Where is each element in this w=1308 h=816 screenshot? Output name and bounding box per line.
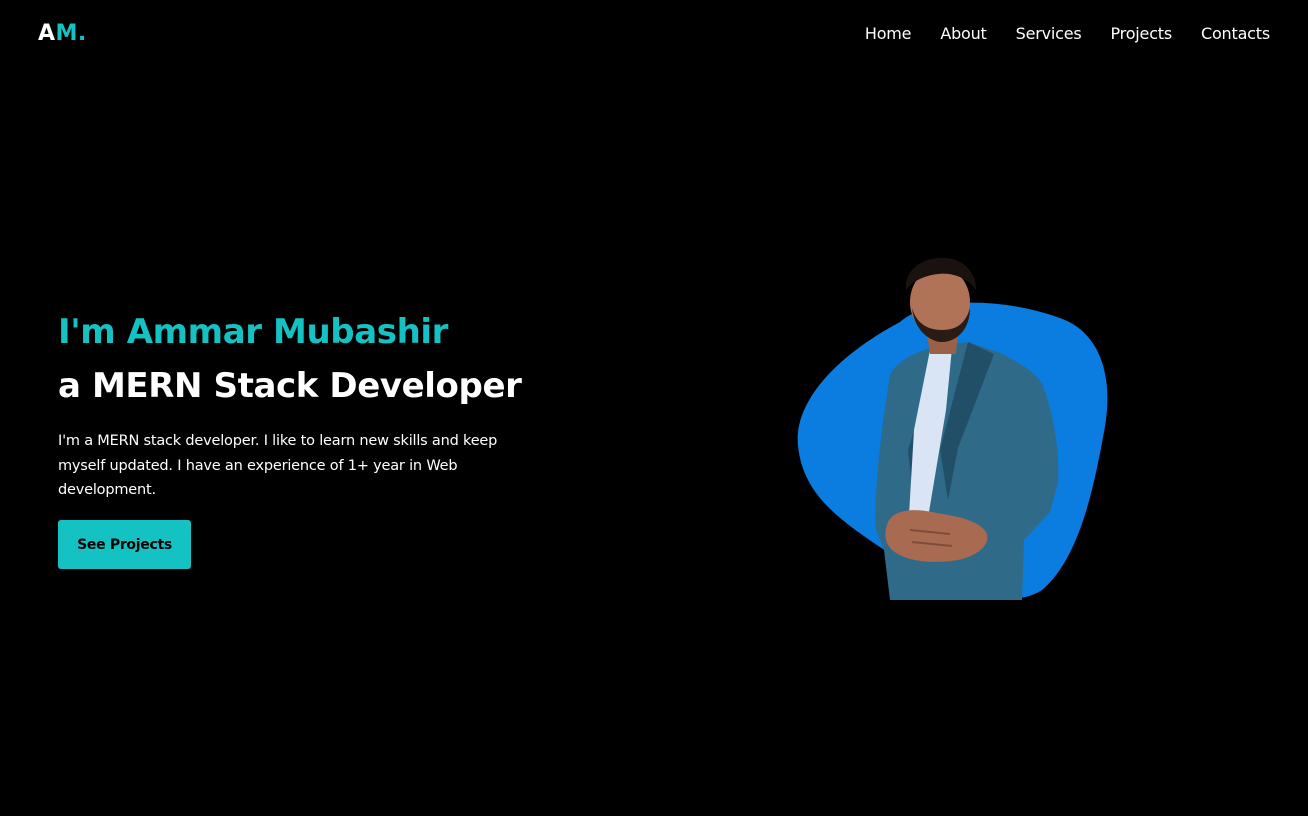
see-projects-button[interactable]: See Projects bbox=[58, 520, 191, 569]
nav-projects[interactable]: Projects bbox=[1111, 24, 1173, 44]
nav-services[interactable]: Services bbox=[1016, 24, 1082, 44]
hero-description: I'm a MERN stack developer. I like to le… bbox=[58, 433, 498, 498]
profile-photo-icon bbox=[797, 257, 1108, 600]
main-nav: Home About Services Projects Contacts bbox=[865, 24, 1270, 44]
logo-accent: M. bbox=[55, 21, 87, 46]
profile-photo bbox=[780, 250, 1140, 610]
hero-role: a MERN Stack Developer bbox=[58, 366, 522, 406]
hero-greeting: I'm Ammar Mubashir bbox=[58, 312, 449, 352]
nav-home[interactable]: Home bbox=[865, 24, 912, 44]
logo-letter: A bbox=[38, 21, 56, 46]
nav-about[interactable]: About bbox=[940, 24, 987, 44]
page: AM. Home About Services Projects Contact… bbox=[0, 0, 1308, 816]
site-logo[interactable]: AM. bbox=[38, 20, 87, 48]
nav-contacts[interactable]: Contacts bbox=[1201, 24, 1270, 44]
